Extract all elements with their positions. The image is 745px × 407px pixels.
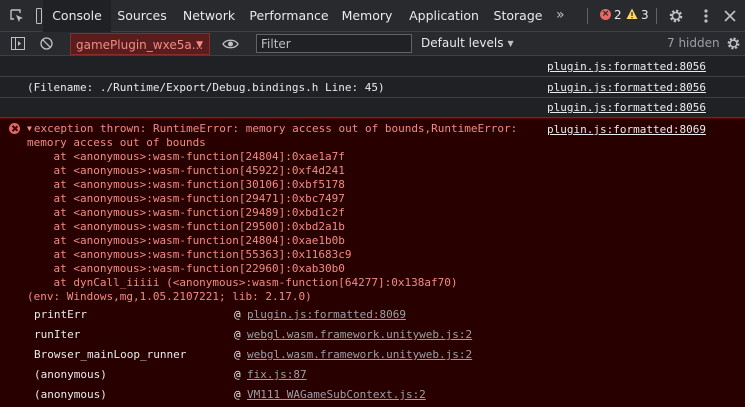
console-message-row: plugin.js:formatted:8056 — [0, 57, 745, 77]
tab-console[interactable]: Console — [43, 0, 111, 32]
error-line: at <anonymous>:wasm-function[29489]:0xbd… — [27, 206, 345, 219]
error-line: at <anonymous>:wasm-function[45922]:0xf4… — [27, 164, 345, 177]
log-levels-dropdown[interactable]: Default levels ▼ — [421, 36, 514, 50]
source-link[interactable]: plugin.js:formatted:8056 — [547, 101, 706, 114]
stack-at: @ — [234, 388, 241, 401]
warning-count[interactable]: 3 — [641, 8, 649, 22]
more-options-icon[interactable] — [704, 8, 708, 24]
expand-triangle-icon[interactable]: ▼ — [27, 122, 32, 136]
error-line[interactable]: ▼ exception thrown: RuntimeError: memory … — [27, 122, 517, 137]
chevron-down-icon: ▼ — [507, 39, 514, 48]
context-selector[interactable]: gamePlugin_wxe5a... ▼ — [70, 33, 210, 55]
clear-console-icon[interactable] — [40, 37, 53, 50]
divider — [656, 8, 657, 24]
inspect-element-icon[interactable] — [9, 8, 25, 24]
console-output: plugin.js:formatted:8056 (Filename: ./Ru… — [0, 57, 745, 407]
filter-input[interactable] — [256, 34, 412, 53]
hidden-messages-count: 7 hidden — [667, 36, 720, 50]
console-message-row: (Filename: ./Runtime/Export/Debug.bindin… — [0, 77, 745, 98]
tab-storage[interactable]: Storage — [490, 0, 546, 32]
chevron-down-icon: ▼ — [196, 40, 203, 50]
stack-source-link[interactable]: webgl.wasm.framework.unityweb.js:2 — [247, 348, 472, 361]
tab-application[interactable]: Application — [405, 0, 483, 32]
error-line: at dynCall_iiiii (<anonymous>:wasm-funct… — [27, 276, 458, 289]
context-label: gamePlugin_wxe5a... — [76, 38, 204, 52]
error-message: plugin.js:formatted:8069 ▼ exception thro… — [0, 118, 745, 407]
tab-memory[interactable]: Memory — [337, 0, 397, 32]
error-line: (env: Windows,mg,1.05.2107221; lib: 2.17… — [27, 290, 312, 303]
stack-function: printErr — [34, 308, 87, 321]
warning-icon[interactable] — [626, 8, 638, 20]
tab-performance[interactable]: Performance — [247, 0, 331, 32]
console-message-row: plugin.js:formatted:8056 — [0, 98, 745, 118]
error-line: at <anonymous>:wasm-function[29471]:0xbc… — [27, 192, 345, 205]
eye-icon[interactable] — [222, 38, 239, 50]
console-toolbar: gamePlugin_wxe5a... ▼ Default levels▼ 7 … — [0, 32, 745, 56]
stack-source-link[interactable]: plugin.js:formatted:8069 — [247, 308, 406, 321]
sidebar-toggle-icon[interactable] — [11, 37, 25, 50]
stack-source-link[interactable]: fix.js:87 — [247, 368, 307, 381]
error-line: at <anonymous>:wasm-function[24804]:0xae… — [27, 234, 345, 247]
source-link[interactable]: plugin.js:formatted:8056 — [547, 60, 706, 73]
error-line: memory access out of bounds — [27, 136, 206, 149]
log-levels-label: Default levels — [421, 36, 504, 50]
error-line-text: exception thrown: RuntimeError: memory a… — [33, 122, 518, 135]
divider — [587, 8, 588, 24]
error-count[interactable]: 2 — [614, 8, 622, 22]
stack-at: @ — [234, 348, 241, 361]
tab-sources[interactable]: Sources — [111, 0, 173, 32]
error-line: at <anonymous>:wasm-function[24804]:0xae… — [27, 150, 345, 163]
devtools-tabbar: Console Sources Network Performance Memo… — [0, 0, 745, 32]
console-message-text: (Filename: ./Runtime/Export/Debug.bindin… — [27, 81, 385, 94]
device-toolbar-icon[interactable] — [36, 8, 42, 24]
error-icon[interactable]: × — [600, 9, 611, 20]
error-line: at <anonymous>:wasm-function[22960]:0xab… — [27, 262, 345, 275]
console-settings-icon[interactable] — [726, 36, 741, 51]
stack-source-link[interactable]: webgl.wasm.framework.unityweb.js:2 — [247, 328, 472, 341]
close-icon[interactable] — [723, 9, 737, 23]
source-link[interactable]: plugin.js:formatted:8056 — [547, 81, 706, 94]
stack-at: @ — [234, 328, 241, 341]
more-tabs-button[interactable]: » — [556, 7, 565, 23]
stack-at: @ — [234, 308, 241, 321]
stack-function: runIter — [34, 328, 81, 341]
error-line: at <anonymous>:wasm-function[55363]:0x11… — [27, 248, 352, 261]
tab-network[interactable]: Network — [177, 0, 241, 32]
stack-function: (anonymous) — [34, 368, 107, 381]
stack-function: Browser_mainLoop_runner — [34, 348, 187, 361]
error-line: at <anonymous>:wasm-function[30106]:0xbf… — [27, 178, 345, 191]
stack-source-link[interactable]: VM111 WAGameSubContext.js:2 — [247, 388, 426, 401]
stack-function: (anonymous) — [34, 388, 107, 401]
error-line: at <anonymous>:wasm-function[29500]:0xbd… — [27, 220, 345, 233]
error-icon — [9, 123, 20, 134]
source-link[interactable]: plugin.js:formatted:8069 — [547, 123, 706, 136]
stack-at: @ — [234, 368, 241, 381]
gear-icon[interactable] — [668, 8, 684, 24]
